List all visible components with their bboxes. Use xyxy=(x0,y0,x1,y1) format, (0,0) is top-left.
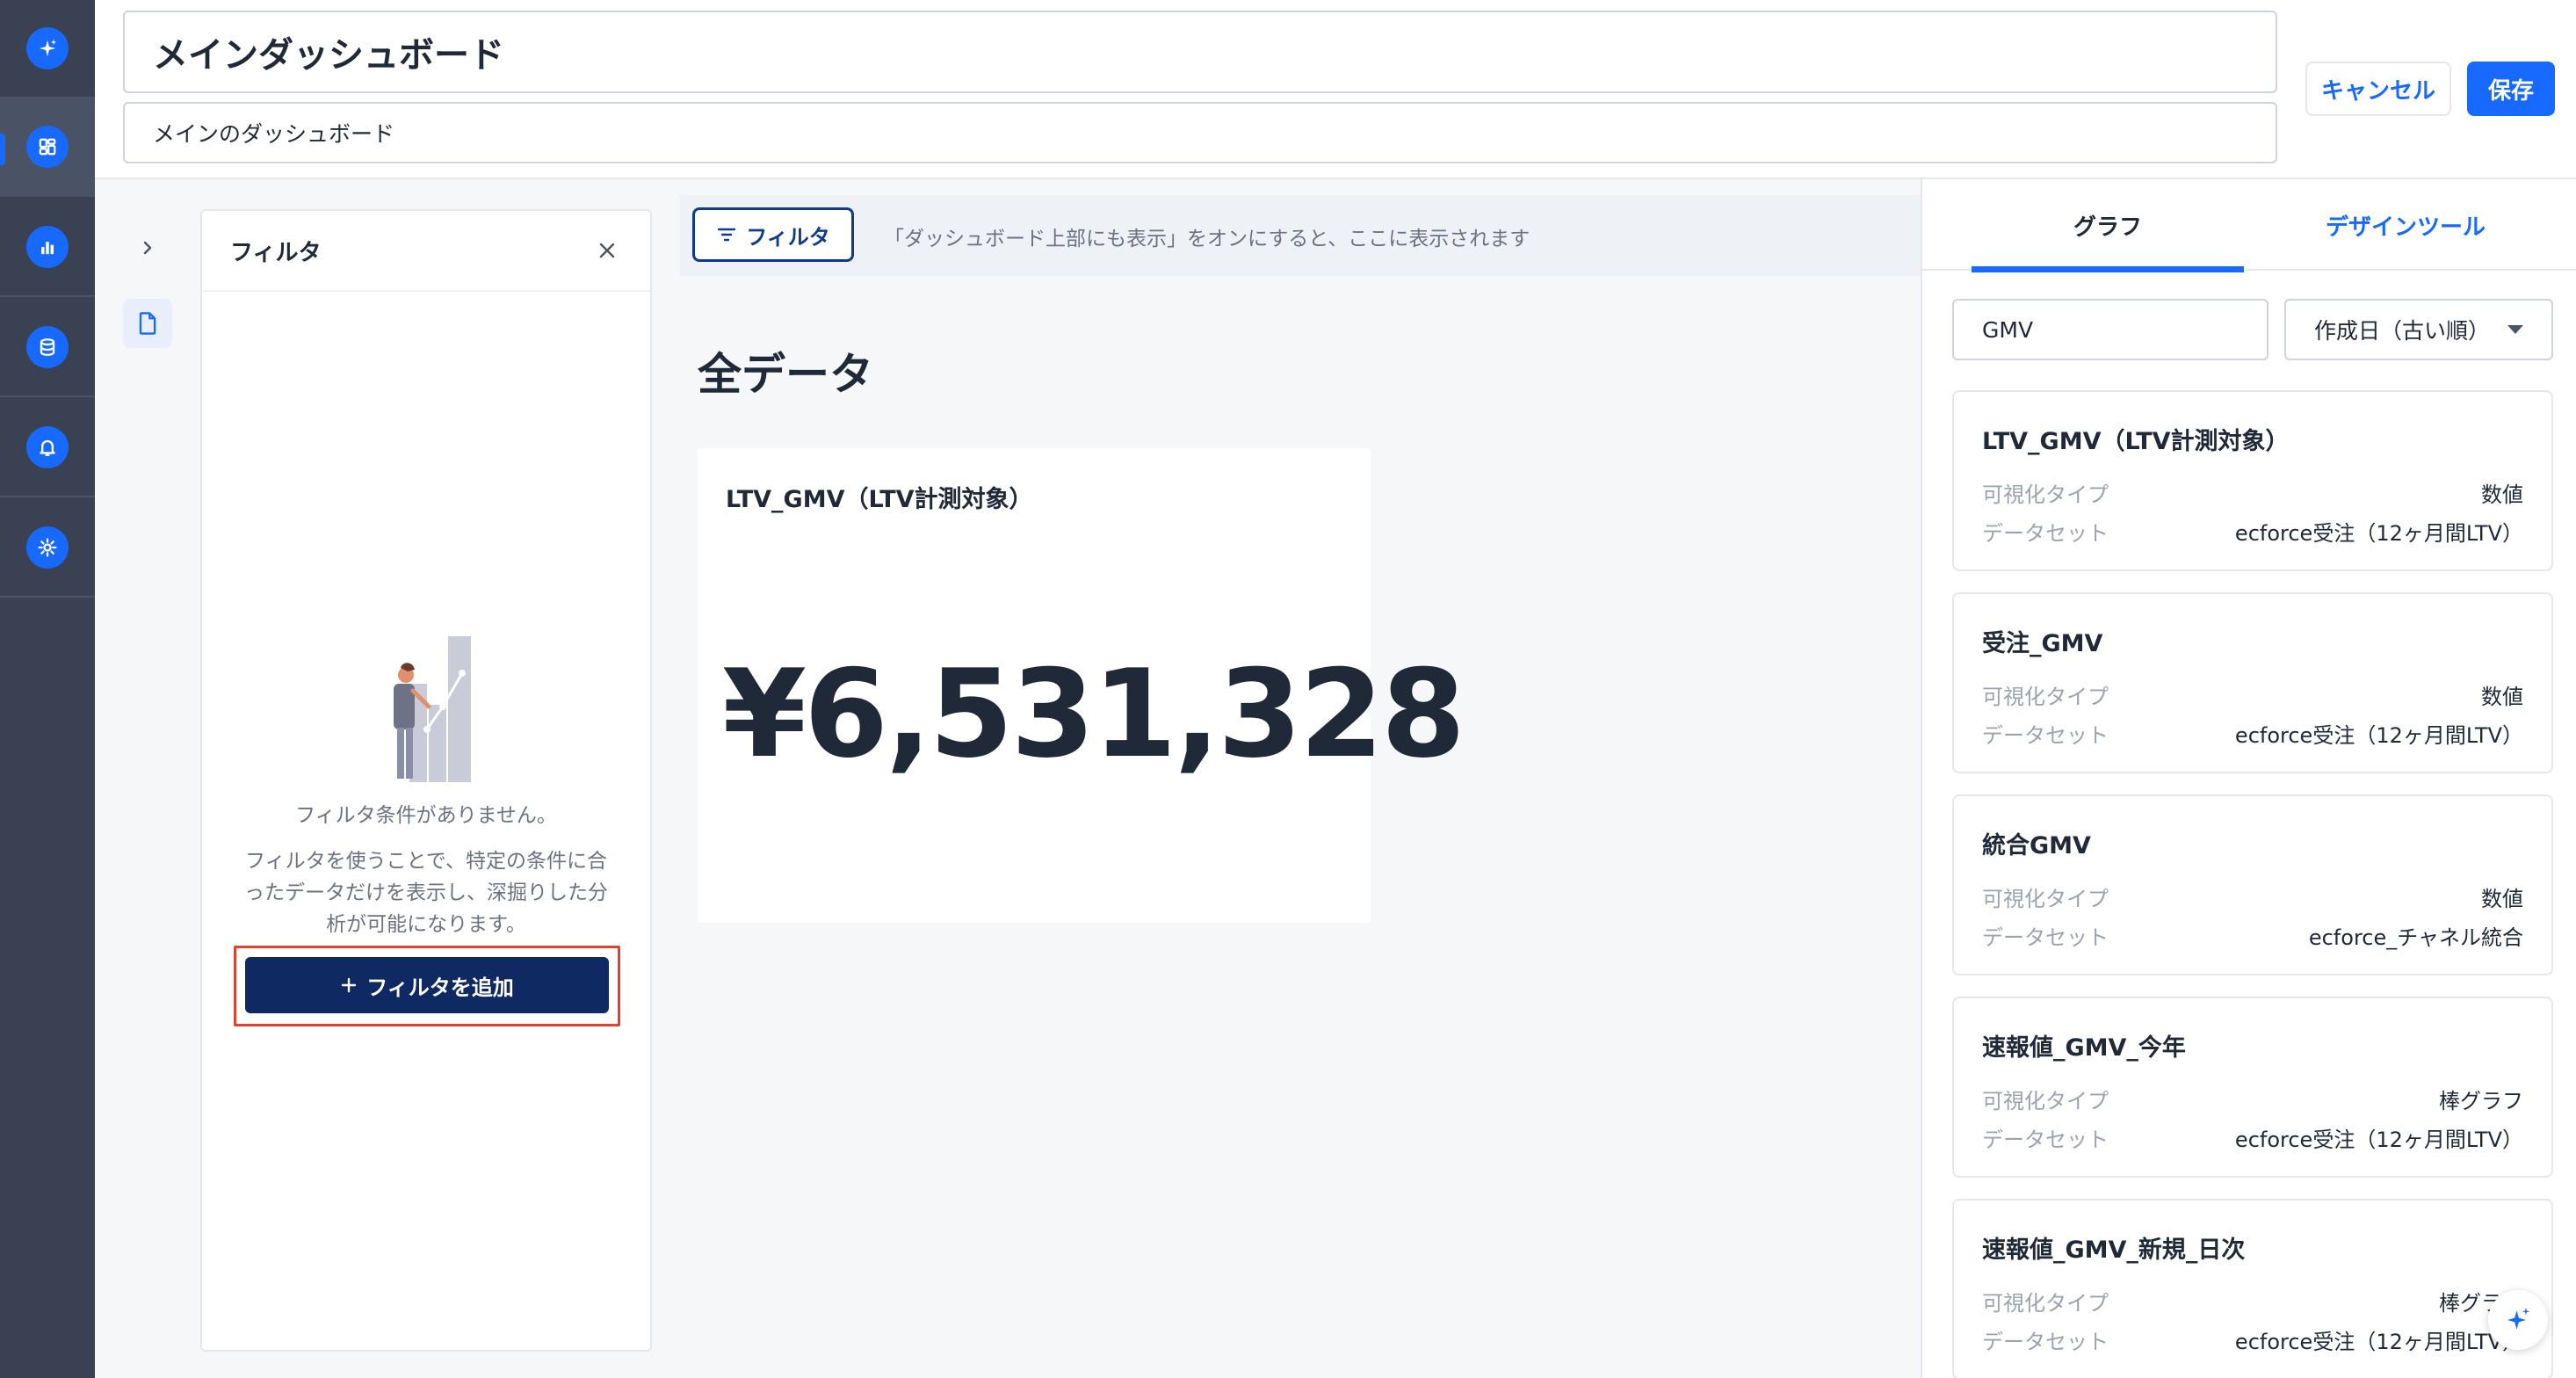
database-icon xyxy=(26,326,69,368)
close-icon xyxy=(599,243,615,258)
graph-card-title: 速報値_GMV_今年 xyxy=(1982,1034,2186,1062)
graph-card[interactable]: 受注_GMV 可視化タイプ 数値 データセット ecforce受注（12ヶ月間LTV… xyxy=(1952,592,2553,773)
nav-item-datasets[interactable] xyxy=(0,299,95,397)
bell-icon xyxy=(26,426,69,468)
dashboard-icon xyxy=(26,126,69,168)
graph-card-title: LTV_GMV（LTV計測対象） xyxy=(1982,428,2290,455)
nav-item-dashboard[interactable] xyxy=(0,98,95,197)
viz-type-label: 可視化タイプ xyxy=(1982,887,2109,911)
filter-chip-label: フィルタ xyxy=(746,224,830,250)
viz-type-label: 可視化タイプ xyxy=(1982,1291,2109,1316)
kpi-card[interactable]: LTV_GMV（LTV計測対象） ¥6,531,328 xyxy=(698,448,1465,923)
graph-card-title: 統合GMV xyxy=(1982,832,2091,859)
add-filter-label: フィルタを追加 xyxy=(366,975,514,1000)
filter-bar-hint: 「ダッシュボード上部にも表示」をオンにすると、ここに表示されます xyxy=(884,228,1530,250)
viz-type-value: 数値 xyxy=(2481,685,2523,709)
viz-type-value: 数値 xyxy=(2481,887,2523,911)
graph-card[interactable]: 統合GMV 可視化タイプ 数値 データセット ecforce_チャネル統合 xyxy=(1952,794,2553,975)
graph-card[interactable]: LTV_GMV（LTV計測対象） 可視化タイプ 数値 データセット ecforce受… xyxy=(1952,390,2553,571)
ai-assistant-button[interactable] xyxy=(2488,1290,2548,1350)
filter-panel: フィルタ フィルタ条件がありません。 フィルタを使うことで、特定の条件に合ったデ… xyxy=(200,209,652,1352)
gear-icon xyxy=(26,526,69,569)
nav-item-ai[interactable] xyxy=(0,0,95,98)
page-panel-button[interactable] xyxy=(123,299,172,348)
empty-filter-title: フィルタ条件がありません。 xyxy=(295,804,557,827)
dashboard-filter-bar: フィルタ 「ダッシュボード上部にも表示」をオンにすると、ここに表示されます xyxy=(680,195,1921,276)
sparkle-icon xyxy=(2507,1307,2530,1330)
dashboard-title-input[interactable]: メインダッシュボード xyxy=(123,11,2277,93)
dataset-value: ecforce受注（12ヶ月間LTV） xyxy=(2234,723,2523,748)
nav-item-alerts[interactable] xyxy=(0,399,95,497)
panel-tabs: グラフ デザインツール xyxy=(1922,179,2576,272)
chevron-right-icon xyxy=(143,241,152,255)
caret-down-icon xyxy=(2507,325,2523,334)
dataset-value: ecforce受注（12ヶ月間LTV） xyxy=(2234,1330,2523,1354)
dashboard-description-input[interactable]: メインのダッシュボード xyxy=(123,102,2277,163)
nav-item-charts[interactable] xyxy=(0,199,95,297)
viz-type-value: 数値 xyxy=(2481,482,2523,507)
dataset-value: ecforce受注（12ヶ月間LTV） xyxy=(2234,1128,2523,1152)
dataset-label: データセット xyxy=(1982,1128,2109,1152)
graph-card-list: LTV_GMV（LTV計測対象） 可視化タイプ 数値 データセット ecforce受… xyxy=(1952,390,2553,1378)
viz-type-label: 可視化タイプ xyxy=(1982,1089,2109,1113)
graph-card[interactable]: 速報値_GMV_新規_日次 可視化タイプ 棒グラフ データセット ecforce受注… xyxy=(1952,1199,2553,1378)
kpi-card-title: LTV_GMV（LTV計測対象） xyxy=(726,486,1033,513)
sort-select-value: 作成日（古い順） xyxy=(2314,318,2491,344)
nav-rail xyxy=(0,0,95,1378)
sparkle-icon xyxy=(26,27,69,69)
cancel-button[interactable]: キャンセル xyxy=(2305,62,2451,116)
filter-icon xyxy=(718,228,736,242)
graph-search-input[interactable]: GMV xyxy=(1952,299,2268,360)
filter-panel-header: フィルタ xyxy=(202,211,650,292)
tab-graph[interactable]: グラフ xyxy=(1972,179,2244,272)
plus-icon xyxy=(342,977,357,993)
dashboard-header: メインダッシュボード メインのダッシュボード キャンセル 保存 xyxy=(95,0,2576,179)
dataset-label: データセット xyxy=(1982,723,2109,748)
graph-card-title: 受注_GMV xyxy=(1982,630,2103,657)
viz-type-value: 棒グラフ xyxy=(2439,1089,2523,1113)
bar-chart-icon xyxy=(26,226,69,268)
close-filter-panel-button[interactable] xyxy=(592,236,622,265)
dataset-label: データセット xyxy=(1982,925,2109,950)
viz-type-label: 可視化タイプ xyxy=(1982,482,2109,507)
graph-card-title: 速報値_GMV_新規_日次 xyxy=(1982,1237,2246,1264)
expand-panel-button[interactable] xyxy=(130,230,165,265)
nav-item-settings[interactable] xyxy=(0,499,95,598)
kpi-value: ¥6,531,328 xyxy=(722,643,1465,785)
graph-card[interactable]: 速報値_GMV_今年 可視化タイプ 棒グラフ データセット ecforce受注（12… xyxy=(1952,997,2553,1178)
empty-filter-description: フィルタを使うことで、特定の条件に合ったデータだけを表示し、深掘りした分析が可能… xyxy=(244,850,608,936)
section-title: 全データ xyxy=(698,349,873,400)
add-filter-highlight: フィルタを追加 xyxy=(234,946,620,1026)
empty-filter-illustration xyxy=(394,636,471,782)
dataset-label: データセット xyxy=(1982,521,2109,546)
save-button[interactable]: 保存 xyxy=(2467,62,2555,116)
sort-select[interactable]: 作成日（古い順） xyxy=(2284,299,2553,360)
dataset-label: データセット xyxy=(1982,1330,2109,1354)
dataset-value: ecforce受注（12ヶ月間LTV） xyxy=(2234,521,2523,546)
filter-chip-button[interactable]: フィルタ xyxy=(692,207,854,262)
viz-type-label: 可視化タイプ xyxy=(1982,685,2109,709)
document-icon xyxy=(139,312,156,335)
add-filter-button[interactable]: フィルタを追加 xyxy=(245,957,609,1013)
graph-library-panel: グラフ デザインツール GMV 作成日（古い順） LTV_GMV（LTV計測対象… xyxy=(1921,179,2576,1378)
filter-panel-title: フィルタ xyxy=(230,239,322,266)
tab-design-tools[interactable]: デザインツール xyxy=(2256,179,2555,271)
dataset-value: ecforce_チャネル統合 xyxy=(2308,925,2523,950)
